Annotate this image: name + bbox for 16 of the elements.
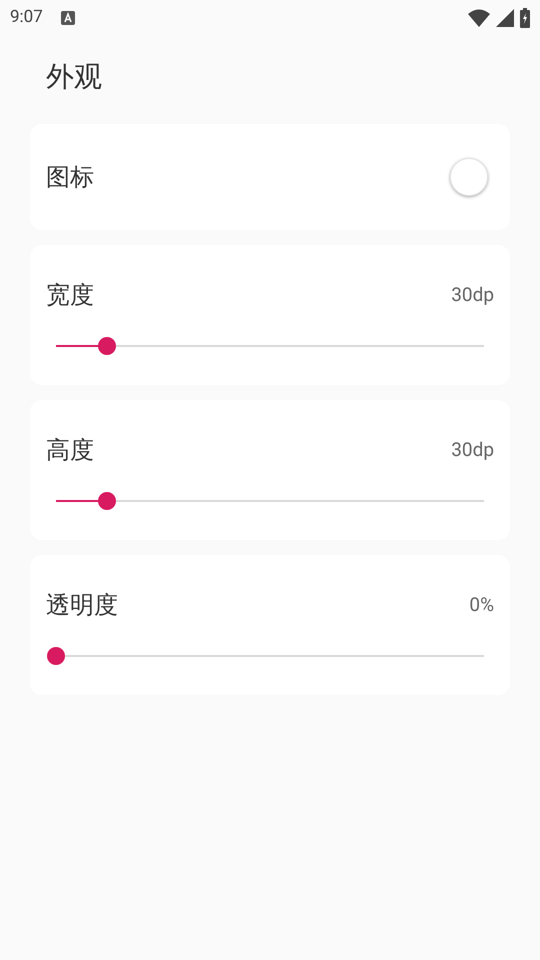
page-title: 外观 xyxy=(45,59,103,95)
battery-icon xyxy=(520,8,530,28)
setting-value: 0% xyxy=(469,592,494,618)
wifi-icon xyxy=(468,9,490,27)
notification-icon xyxy=(60,11,75,25)
setting-label: 高度 xyxy=(46,435,94,466)
slider-thumb[interactable] xyxy=(47,647,65,665)
slider-thumb[interactable] xyxy=(98,492,116,510)
slider-thumb[interactable] xyxy=(98,337,116,355)
setting-label: 透明度 xyxy=(46,590,118,621)
setting-label: 宽度 xyxy=(46,280,94,311)
status-time: 9:07 xyxy=(10,6,43,30)
setting-label: 图标 xyxy=(46,162,94,193)
signal-icon xyxy=(496,9,514,27)
setting-value: 30dp xyxy=(451,282,494,308)
setting-value: 30dp xyxy=(451,436,494,463)
